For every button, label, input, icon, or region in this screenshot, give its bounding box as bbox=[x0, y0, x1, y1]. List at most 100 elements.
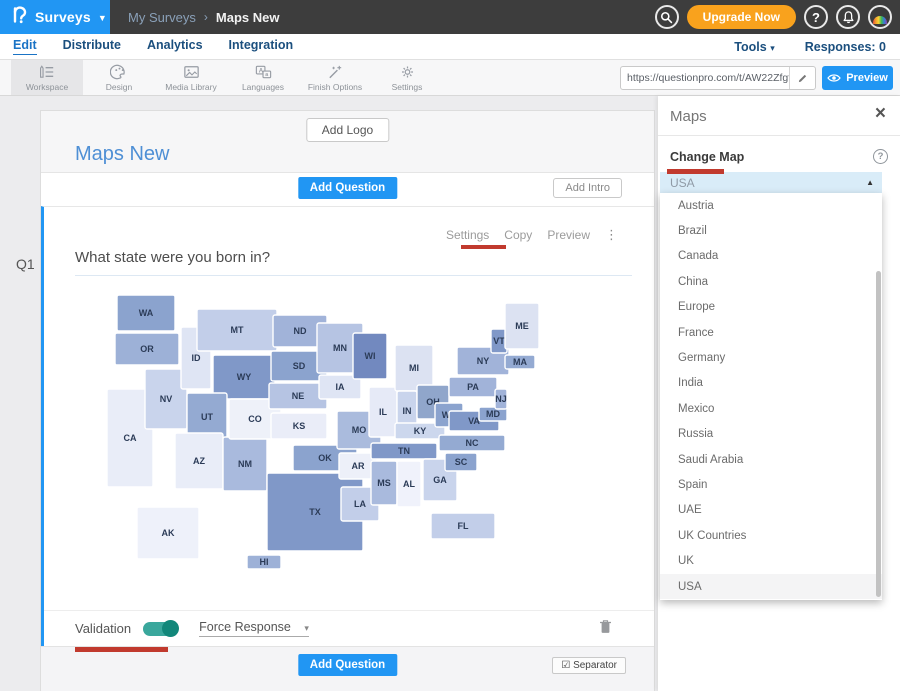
map-option-saudi-arabia[interactable]: Saudi Arabia bbox=[660, 447, 882, 472]
separator-button[interactable]: ☑ Separator bbox=[552, 657, 626, 674]
map-state-mi[interactable]: MI bbox=[395, 345, 433, 391]
map-option-uae[interactable]: UAE bbox=[660, 498, 882, 523]
survey-url[interactable]: https://questionpro.com/t/AW22Zfgtv bbox=[621, 72, 789, 84]
map-option-china[interactable]: China bbox=[660, 269, 882, 294]
delete-question-button[interactable] bbox=[599, 619, 612, 639]
map-option-spain[interactable]: Spain bbox=[660, 472, 882, 497]
question-text[interactable]: What state were you born in? bbox=[75, 249, 270, 266]
toolbar-tab-media-library[interactable]: Media Library bbox=[155, 60, 227, 95]
map-state-al[interactable]: AL bbox=[397, 461, 421, 507]
toolbar-tab-languages[interactable]: AaLanguages bbox=[227, 60, 299, 95]
map-state-nm[interactable]: NM bbox=[223, 437, 267, 491]
map-option-austria[interactable]: Austria bbox=[660, 193, 882, 218]
toolbar-tab-design[interactable]: Design bbox=[83, 60, 155, 95]
map-state-wa[interactable]: WA bbox=[117, 295, 175, 331]
tools-menu[interactable]: Tools ▾ bbox=[734, 40, 774, 54]
nav-items: Edit Distribute Analytics Integration bbox=[0, 38, 293, 55]
trash-icon bbox=[599, 619, 612, 634]
add-question-button-top[interactable]: Add Question bbox=[298, 177, 397, 199]
toolbar-tab-workspace[interactable]: Workspace bbox=[11, 60, 83, 95]
map-state-hi[interactable]: HI bbox=[247, 555, 281, 569]
nav-item-integration[interactable]: Integration bbox=[229, 38, 294, 55]
map-state-pa[interactable]: PA bbox=[449, 377, 497, 397]
svg-text:NE: NE bbox=[292, 391, 305, 401]
map-state-me[interactable]: ME bbox=[505, 303, 539, 349]
map-state-mt[interactable]: MT bbox=[197, 309, 277, 351]
question-action-preview[interactable]: Preview bbox=[547, 228, 590, 242]
preview-button[interactable]: Preview bbox=[822, 66, 893, 90]
map-state-nc[interactable]: NC bbox=[439, 435, 505, 451]
map-option-europe[interactable]: Europe bbox=[660, 295, 882, 320]
map-option-india[interactable]: India bbox=[660, 371, 882, 396]
account-avatar[interactable] bbox=[868, 5, 892, 29]
upgrade-now-button[interactable]: Upgrade Now bbox=[687, 5, 796, 29]
map-state-fl[interactable]: FL bbox=[431, 513, 495, 539]
map-state-or[interactable]: OR bbox=[115, 333, 179, 365]
notifications-button[interactable] bbox=[836, 5, 860, 29]
edit-url-button[interactable] bbox=[789, 67, 815, 89]
map-option-canada[interactable]: Canada bbox=[660, 244, 882, 269]
nav-item-analytics[interactable]: Analytics bbox=[147, 38, 203, 55]
svg-text:PA: PA bbox=[467, 382, 479, 392]
map-state-ak[interactable]: AK bbox=[137, 507, 199, 559]
nav-item-distribute[interactable]: Distribute bbox=[63, 38, 121, 55]
toolbar-tab-finish-options[interactable]: Finish Options bbox=[299, 60, 371, 95]
svg-text:ME: ME bbox=[515, 321, 529, 331]
map-option-russia[interactable]: Russia bbox=[660, 422, 882, 447]
dropdown-scrollbar[interactable] bbox=[876, 271, 881, 597]
validation-option-value: Force Response bbox=[199, 620, 291, 634]
help-circle-icon[interactable]: ? bbox=[873, 149, 888, 164]
map-option-uk[interactable]: UK bbox=[660, 548, 882, 573]
bell-icon bbox=[842, 10, 855, 24]
responses-count[interactable]: Responses: 0 bbox=[805, 40, 886, 54]
map-state-ms[interactable]: MS bbox=[371, 461, 397, 505]
svg-text:a: a bbox=[265, 72, 268, 78]
map-state-tn[interactable]: TN bbox=[371, 443, 437, 459]
map-select-value: USA bbox=[660, 176, 695, 190]
map-state-il[interactable]: IL bbox=[369, 387, 397, 437]
nav-item-edit[interactable]: Edit bbox=[13, 38, 37, 55]
svg-text:NV: NV bbox=[160, 394, 173, 404]
add-logo-button[interactable]: Add Logo bbox=[306, 118, 389, 142]
toolbar-tab-label: Languages bbox=[242, 82, 284, 92]
svg-text:WA: WA bbox=[139, 308, 154, 318]
panel-title: Maps bbox=[670, 108, 707, 125]
svg-text:SC: SC bbox=[455, 457, 468, 467]
product-switcher[interactable]: Surveys ▼ bbox=[0, 0, 110, 34]
survey-url-field[interactable]: https://questionpro.com/t/AW22Zfgtv bbox=[620, 66, 816, 90]
usa-map[interactable]: WAORCANVIDMTWYUTAZNMCONDSDNEKSOKTXMNIAMO… bbox=[101, 293, 561, 595]
map-option-uk-countries[interactable]: UK Countries bbox=[660, 523, 882, 548]
map-state-sc[interactable]: SC bbox=[445, 453, 477, 471]
add-intro-button[interactable]: Add Intro bbox=[553, 178, 622, 198]
validation-option-dropdown[interactable]: Force Response ▾ bbox=[199, 620, 309, 637]
map-option-germany[interactable]: Germany bbox=[660, 345, 882, 370]
map-state-ne[interactable]: NE bbox=[269, 383, 327, 409]
add-question-button-bottom[interactable]: Add Question bbox=[298, 654, 397, 676]
svg-text:CO: CO bbox=[248, 414, 262, 424]
map-state-ks[interactable]: KS bbox=[271, 413, 327, 439]
map-option-mexico[interactable]: Mexico bbox=[660, 396, 882, 421]
map-select[interactable]: USA ▲ bbox=[660, 172, 882, 193]
svg-text:MT: MT bbox=[231, 325, 244, 335]
map-option-brazil[interactable]: Brazil bbox=[660, 218, 882, 243]
workspace-area: Q1 Add Logo Maps New Add Question Add In… bbox=[0, 96, 900, 691]
svg-text:AZ: AZ bbox=[193, 456, 205, 466]
question-action-settings[interactable]: Settings bbox=[446, 228, 489, 242]
chevron-down-icon: ▾ bbox=[770, 43, 775, 53]
map-state-az[interactable]: AZ bbox=[175, 433, 223, 489]
toolbar-tab-settings[interactable]: Settings bbox=[371, 60, 443, 95]
help-button[interactable]: ? bbox=[804, 5, 828, 29]
annotation-underline-validation bbox=[75, 647, 168, 652]
question-action-copy[interactable]: Copy bbox=[504, 228, 532, 242]
close-icon[interactable]: × bbox=[875, 104, 886, 123]
map-state-ma[interactable]: MA bbox=[505, 355, 535, 369]
map-state-nj[interactable]: NJ bbox=[495, 389, 507, 409]
validation-toggle[interactable] bbox=[143, 622, 177, 636]
map-option-france[interactable]: France bbox=[660, 320, 882, 345]
survey-title[interactable]: Maps New bbox=[75, 143, 169, 166]
map-state-wi[interactable]: WI bbox=[353, 333, 387, 379]
breadcrumb-parent[interactable]: My Surveys bbox=[128, 10, 196, 25]
map-option-usa[interactable]: USA bbox=[660, 574, 882, 599]
question-more-menu-icon[interactable]: ⋮ bbox=[605, 227, 618, 243]
search-button[interactable] bbox=[655, 5, 679, 29]
